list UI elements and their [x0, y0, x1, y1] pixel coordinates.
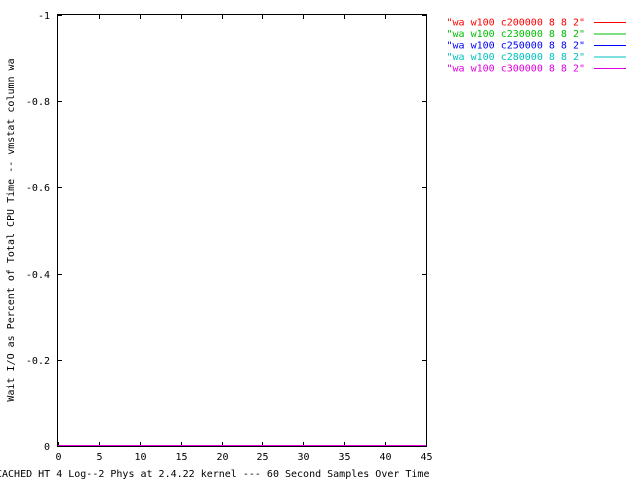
legend-entry-label: "wa w100 c200000 8 8 2" [447, 18, 585, 29]
y-tick-label: 0 [44, 442, 50, 453]
y-tick-label: -0.6 [26, 183, 50, 194]
legend-entry-label: "wa w100 c280000 8 8 2" [447, 52, 585, 63]
legend: "wa w100 c200000 8 8 2""wa w100 c230000 … [447, 18, 626, 75]
legend-entry-label: "wa w100 c250000 8 8 2" [447, 41, 585, 52]
x-tick-label: 20 [216, 452, 228, 463]
chart: 0 5 10 15 20 25 30 35 40 45 0 -0.2 -0.4 -0.6 -0.8 -1 "… [0, 11, 626, 480]
y-axis: 0 -0.2 -0.4 -0.6 -0.8 -1 [26, 11, 426, 453]
x-tick-label: 35 [338, 452, 350, 463]
x-axis: 0 5 10 15 20 25 30 35 40 45 [55, 15, 433, 463]
y-tick-label: -1 [38, 11, 50, 22]
x-axis-label: CACHED HT 4 Log--2 Phys at 2.4.22 kernel… [0, 469, 429, 480]
x-tick-label: 40 [379, 452, 391, 463]
x-tick-label: 15 [175, 452, 187, 463]
y-tick-label: -0.2 [26, 356, 50, 367]
x-tick-label: 25 [256, 452, 268, 463]
plot-area-frame [57, 14, 427, 447]
legend-entry-label: "wa w100 c230000 8 8 2" [447, 29, 585, 40]
x-tick-label: 0 [55, 452, 61, 463]
x-tick-label: 5 [96, 452, 102, 463]
y-axis-label: Wait I/O as Percent of Total CPU Time --… [6, 58, 17, 401]
x-tick-label: 45 [420, 452, 432, 463]
y-tick-label: -0.4 [26, 270, 50, 281]
y-tick-label: -0.8 [26, 97, 50, 108]
x-tick-label: 30 [297, 452, 309, 463]
legend-entry-label: "wa w100 c300000 8 8 2" [447, 64, 585, 75]
x-tick-label: 10 [134, 452, 146, 463]
